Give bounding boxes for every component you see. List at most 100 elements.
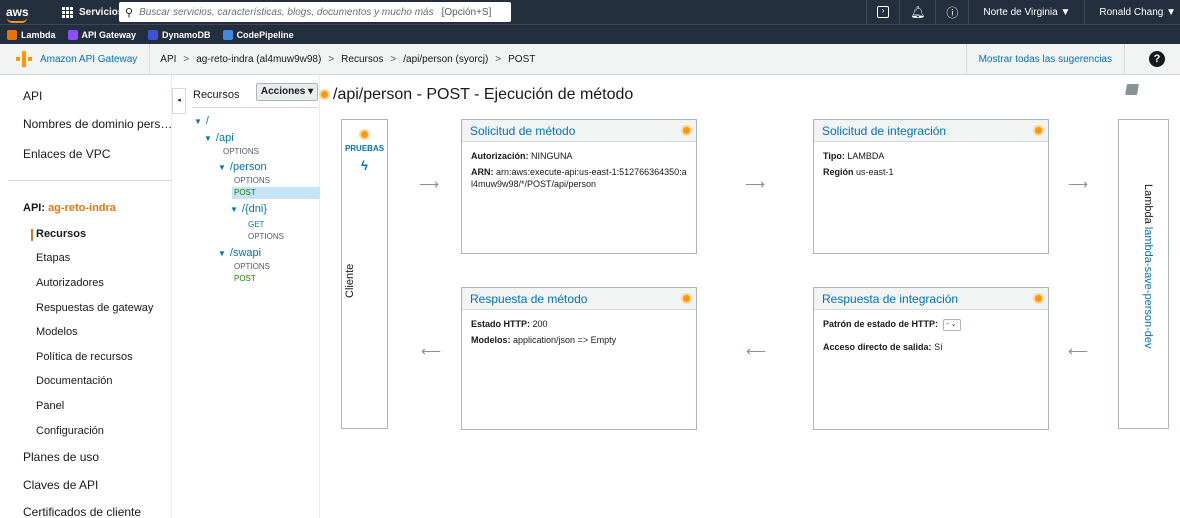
- breadcrumb-api-name[interactable]: ag-reto-indra (al4muw9w98): [196, 54, 321, 65]
- sidebar-item-documentation[interactable]: Documentación: [36, 375, 112, 387]
- sidebar-item-stages[interactable]: Etapas: [36, 252, 70, 264]
- notifications-button[interactable]: 🔔︎: [899, 0, 935, 24]
- tree-method-swapi-options[interactable]: OPTIONS: [234, 262, 270, 271]
- region-selector[interactable]: Norte de Virginia ▼: [968, 0, 1084, 24]
- sidebar: API Nombres de dominio pers… Enlaces de …: [0, 75, 172, 518]
- favorite-dynamodb[interactable]: DynamoDB: [148, 29, 211, 40]
- tree-method-person-options[interactable]: OPTIONS: [234, 176, 270, 185]
- gear-icon[interactable]: [359, 129, 370, 140]
- tree-node-dni[interactable]: ▼/{dni}: [230, 203, 267, 215]
- services-menu-button[interactable]: Servicios: [62, 6, 123, 18]
- cloudshell-icon: ›: [877, 6, 890, 18]
- help-button[interactable]: ⓘ: [935, 0, 968, 24]
- lambda-icon: [7, 29, 17, 40]
- top-navigation: aws Servicios ⚲ Buscar servicios, caract…: [0, 0, 1180, 24]
- lambda-label: Lambda lambda-save-person-dev: [1142, 184, 1154, 349]
- integration-region: Región us-east-1: [823, 167, 894, 177]
- service-home-link[interactable]: Amazon API Gateway: [0, 43, 151, 75]
- bolt-icon[interactable]: ϟ: [342, 158, 387, 173]
- method-arn: ARN: arn:aws:execute-api:us-east-1:51276…: [471, 167, 687, 189]
- breadcrumb-resources[interactable]: Recursos: [341, 54, 383, 65]
- client-panel: PRUEBAS ϟ Cliente: [341, 119, 388, 429]
- sidebar-item-authorizers[interactable]: Autorizadores: [36, 277, 104, 289]
- show-suggestions-link[interactable]: Mostrar todas las sugerencias: [965, 44, 1125, 75]
- sidebar-item-client-certificates[interactable]: Certificados de cliente: [23, 505, 141, 518]
- bell-icon: 🔔︎: [910, 5, 926, 19]
- integration-request-panel: Solicitud de integración Tipo: LAMBDA Re…: [813, 119, 1049, 254]
- actions-dropdown-button[interactable]: Acciones ▾: [256, 83, 318, 101]
- sidebar-item-dashboard[interactable]: Panel: [36, 400, 64, 412]
- status-pattern-select[interactable]: - ⌄: [942, 318, 961, 331]
- sidebar-item-api[interactable]: API: [23, 89, 42, 103]
- integration-response-pattern: Patrón de estado de HTTP: - ⌄: [823, 318, 1039, 331]
- sidebar-api-heading: API: ag-reto-indra: [23, 202, 116, 214]
- tree-node-root[interactable]: ▼ /: [194, 115, 209, 127]
- help-icon[interactable]: ?: [1149, 51, 1165, 67]
- method-request-title[interactable]: Solicitud de método: [470, 124, 575, 138]
- tree-method-api-options[interactable]: OPTIONS: [223, 147, 259, 156]
- tree-method-person-post[interactable]: POST: [232, 187, 320, 199]
- sidebar-item-models[interactable]: Modelos: [36, 326, 78, 338]
- integration-request-title[interactable]: Solicitud de integración: [822, 124, 946, 138]
- cloudshell-button[interactable]: ›: [866, 0, 899, 24]
- sidebar-item-vpc-links[interactable]: Enlaces de VPC: [23, 147, 110, 161]
- sidebar-item-usage-plans[interactable]: Planes de uso: [23, 450, 99, 464]
- integration-response-passthrough: Acceso directo de salida: Sí: [823, 341, 943, 352]
- sidebar-item-custom-domains[interactable]: Nombres de dominio pers…: [23, 117, 172, 131]
- aws-logo[interactable]: aws: [6, 6, 32, 23]
- breadcrumb-method: POST: [508, 53, 536, 65]
- favorites-bar: Lambda API Gateway DynamoDB CodePipeline: [0, 24, 1180, 44]
- account-menu[interactable]: Ronald Chang ▼: [1084, 0, 1180, 24]
- search-icon: ⚲: [125, 6, 134, 19]
- method-response-models: Modelos: application/json => Empty: [471, 335, 617, 345]
- tree-node-swapi[interactable]: ▼/swapi: [218, 247, 261, 259]
- test-link[interactable]: PRUEBAS: [342, 144, 387, 153]
- breadcrumb-api[interactable]: API: [160, 54, 176, 65]
- resource-tree: Recursos Acciones ▾ ▼ / ▼/api OPTIONS ▼/p…: [186, 75, 320, 518]
- gear-icon[interactable]: [681, 125, 692, 136]
- help-circle-icon: ⓘ: [946, 5, 959, 20]
- gear-icon[interactable]: [319, 89, 330, 100]
- method-response-title[interactable]: Respuesta de método: [470, 292, 587, 306]
- tree-node-person[interactable]: ▼/person: [218, 161, 267, 173]
- lambda-panel: Lambda lambda-save-person-dev: [1118, 119, 1169, 429]
- favorite-api-gateway[interactable]: API Gateway: [67, 29, 136, 40]
- gear-icon[interactable]: [1033, 293, 1044, 304]
- tree-method-swapi-post[interactable]: POST: [234, 274, 256, 283]
- method-request-panel: Solicitud de método Autorización: NINGUN…: [461, 119, 697, 254]
- method-auth: Autorización: NINGUNA: [471, 151, 573, 161]
- sidebar-item-gateway-responses[interactable]: Respuestas de gateway: [36, 302, 153, 314]
- arrow-left-icon: ⟵: [746, 343, 767, 359]
- method-response-panel: Respuesta de método Estado HTTP: 200 Mod…: [461, 287, 697, 430]
- collapse-sidebar-button[interactable]: ◂: [172, 88, 186, 114]
- tree-method-dni-get[interactable]: GET: [248, 220, 264, 229]
- breadcrumb-resource[interactable]: /api/person (syorcj): [403, 54, 488, 65]
- arrow-left-icon: ⟵: [1068, 343, 1089, 359]
- sidebar-item-settings[interactable]: Configuración: [36, 425, 104, 437]
- gear-icon[interactable]: [681, 293, 692, 304]
- grid-icon: [62, 6, 73, 18]
- api-gateway-icon: [67, 29, 78, 40]
- codepipeline-icon: [222, 29, 233, 40]
- favorite-lambda[interactable]: Lambda: [7, 29, 56, 40]
- tree-method-dni-options[interactable]: OPTIONS: [248, 232, 284, 241]
- integration-response-title[interactable]: Respuesta de integración: [822, 292, 958, 306]
- method-response-status: Estado HTTP: 200: [471, 319, 548, 329]
- client-label: Cliente: [344, 263, 356, 298]
- search-input[interactable]: ⚲ Buscar servicios, características, blo…: [119, 2, 511, 22]
- dynamodb-icon: [148, 29, 159, 40]
- resources-heading: Recursos: [193, 89, 240, 101]
- gear-icon[interactable]: [1033, 125, 1044, 136]
- sidebar-item-resource-policy[interactable]: Política de recursos: [36, 351, 133, 363]
- tree-node-api[interactable]: ▼/api: [204, 132, 234, 144]
- arrow-right-icon: ⟶: [1068, 176, 1089, 192]
- book-icon[interactable]: [1125, 84, 1139, 95]
- sidebar-item-resources[interactable]: Recursos: [30, 228, 86, 241]
- integration-type: Tipo: LAMBDA: [823, 151, 885, 161]
- arrow-right-icon: ⟶: [419, 176, 440, 192]
- favorite-codepipeline[interactable]: CodePipeline: [222, 29, 294, 40]
- sidebar-divider: [8, 180, 172, 181]
- breadcrumb: API > ag-reto-indra (al4muw9w98) > Recur…: [160, 53, 536, 65]
- lambda-function-link[interactable]: lambda-save-person-dev: [1142, 227, 1154, 349]
- sidebar-item-api-keys[interactable]: Claves de API: [23, 478, 98, 492]
